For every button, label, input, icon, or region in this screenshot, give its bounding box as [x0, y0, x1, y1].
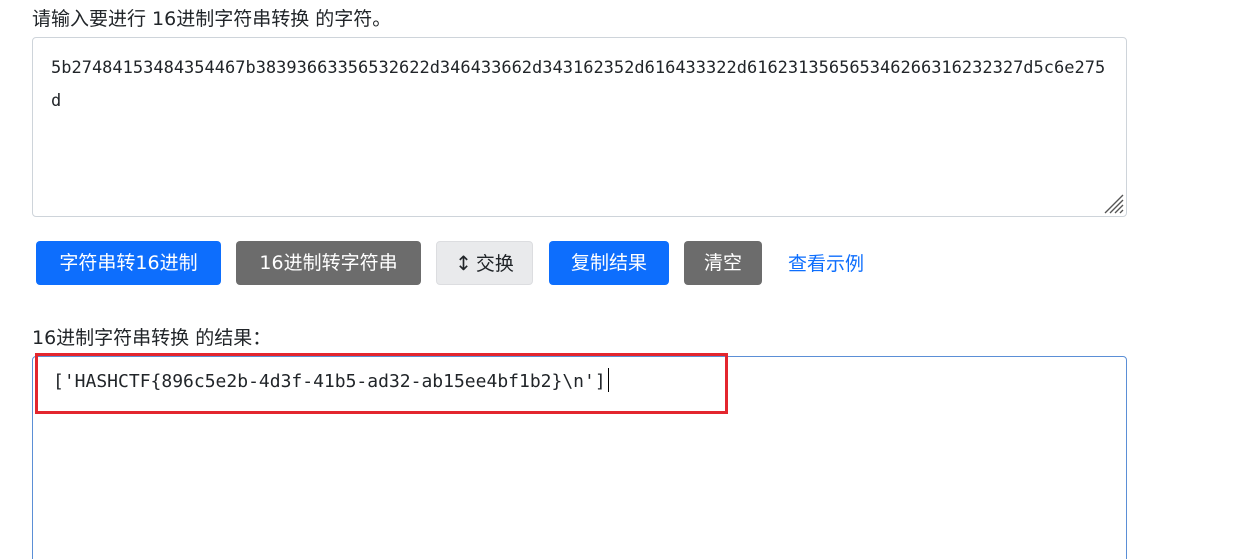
swap-arrow-icon: ↕: [455, 251, 472, 275]
page: 请输入要进行 16进制字符串转换 的字符。 5b2748415348435446…: [0, 0, 1252, 559]
view-example-link[interactable]: 查看示例: [788, 250, 864, 278]
string-to-hex-button[interactable]: 字符串转16进制: [36, 241, 221, 285]
input-label: 请输入要进行 16进制字符串转换 的字符。: [32, 8, 392, 30]
hex-to-string-button[interactable]: 16进制转字符串: [236, 241, 421, 285]
hex-input-value: 5b27484153484354467b38393663356532622d34…: [51, 58, 1106, 111]
resize-grip-icon[interactable]: [1102, 192, 1124, 214]
hex-input-textarea[interactable]: 5b27484153484354467b38393663356532622d34…: [32, 37, 1127, 217]
result-highlight-box: [35, 353, 728, 414]
result-label: 16进制字符串转换 的结果：: [32, 327, 272, 349]
swap-button[interactable]: ↕ 交换: [436, 241, 533, 285]
copy-result-button[interactable]: 复制结果: [549, 241, 669, 285]
clear-button[interactable]: 清空: [684, 241, 762, 285]
swap-label: 交换: [475, 253, 514, 275]
